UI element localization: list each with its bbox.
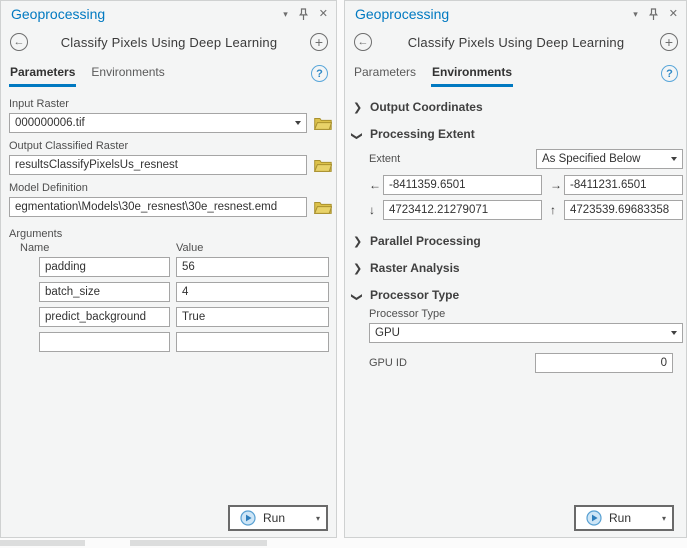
gpu-id-label: GPU ID bbox=[369, 357, 535, 369]
arguments-value-header: Value bbox=[167, 242, 203, 254]
browse-output-raster-folder-icon[interactable] bbox=[314, 159, 332, 172]
tool-title: Classify Pixels Using Deep Learning bbox=[372, 35, 660, 50]
arguments-name-header: Name bbox=[9, 242, 167, 254]
input-raster-combobox[interactable]: 000000006.tif bbox=[9, 113, 307, 133]
pane-menu-caret-icon[interactable]: ▾ bbox=[633, 10, 638, 19]
pane-titlebar: Geoprocessing ▾ ✕ bbox=[1, 1, 336, 24]
processor-type-combobox[interactable]: GPU bbox=[369, 323, 683, 343]
argument-name-input[interactable] bbox=[39, 332, 170, 352]
chevron-right-icon: ❯ bbox=[353, 262, 361, 275]
dock-edge bbox=[344, 538, 687, 548]
argument-row bbox=[9, 282, 332, 302]
run-button[interactable]: Run ▾ bbox=[574, 505, 674, 531]
arrow-left-icon: ← bbox=[369, 178, 383, 192]
argument-value-input[interactable] bbox=[176, 307, 329, 327]
dropdown-caret-icon[interactable] bbox=[295, 121, 301, 125]
pane-menu-caret-icon[interactable]: ▾ bbox=[283, 10, 288, 19]
extent-west-input[interactable] bbox=[383, 175, 542, 195]
pane-title: Geoprocessing bbox=[355, 6, 633, 22]
input-raster-value: 000000006.tif bbox=[15, 117, 291, 129]
run-options-caret-icon[interactable]: ▾ bbox=[316, 514, 320, 523]
extent-north-input[interactable] bbox=[564, 200, 683, 220]
parameters-content: Input Raster 000000006.tif Output Classi… bbox=[1, 87, 336, 537]
tab-bar: Parameters Environments ? bbox=[1, 55, 336, 87]
output-raster-input[interactable] bbox=[9, 155, 307, 175]
pane-divider bbox=[337, 0, 344, 548]
arguments-headers: Name Value bbox=[9, 242, 332, 254]
run-play-icon bbox=[240, 510, 256, 526]
arguments-label: Arguments bbox=[9, 228, 332, 240]
close-icon[interactable]: ✕ bbox=[319, 9, 328, 20]
tool-header: ← Classify Pixels Using Deep Learning + bbox=[1, 24, 336, 55]
extent-south-input[interactable] bbox=[383, 200, 542, 220]
dock-edge bbox=[0, 538, 337, 548]
extent-mode-combobox[interactable]: As Specified Below bbox=[536, 149, 683, 169]
close-icon[interactable]: ✕ bbox=[669, 9, 678, 20]
run-options-caret-icon[interactable]: ▾ bbox=[662, 514, 666, 523]
section-processor-type[interactable]: ❯ Processor Type bbox=[353, 288, 683, 302]
model-definition-label: Model Definition bbox=[9, 182, 332, 194]
environments-content: ❯ Output Coordinates ❯ Processing Extent… bbox=[345, 87, 686, 537]
dropdown-caret-icon[interactable] bbox=[671, 157, 677, 161]
tool-title: Classify Pixels Using Deep Learning bbox=[28, 35, 310, 50]
argument-name-input[interactable] bbox=[39, 282, 170, 302]
argument-name-input[interactable] bbox=[39, 257, 170, 277]
tab-environments[interactable]: Environments bbox=[90, 63, 165, 87]
chevron-down-icon: ❯ bbox=[351, 131, 364, 139]
run-button-label: Run bbox=[263, 511, 309, 525]
browse-model-folder-icon[interactable] bbox=[314, 201, 332, 214]
section-raster-analysis[interactable]: ❯ Raster Analysis bbox=[353, 261, 683, 275]
pin-icon[interactable] bbox=[649, 8, 658, 21]
run-play-icon bbox=[586, 510, 602, 526]
tab-parameters[interactable]: Parameters bbox=[353, 63, 417, 87]
back-button[interactable]: ← bbox=[10, 33, 28, 51]
tab-parameters[interactable]: Parameters bbox=[9, 63, 76, 87]
argument-value-input[interactable] bbox=[176, 332, 329, 352]
section-parallel-processing[interactable]: ❯ Parallel Processing bbox=[353, 234, 683, 248]
processing-extent-body: Extent As Specified Below ← → ↓ bbox=[369, 145, 683, 225]
argument-row bbox=[9, 332, 332, 352]
add-to-model-button[interactable]: + bbox=[310, 33, 328, 51]
arrow-down-icon: ↓ bbox=[369, 203, 383, 217]
pin-icon[interactable] bbox=[299, 8, 308, 21]
add-to-model-button[interactable]: + bbox=[660, 33, 678, 51]
chevron-down-icon: ❯ bbox=[351, 292, 364, 300]
arrow-up-icon: ↑ bbox=[550, 203, 564, 217]
gpu-id-input[interactable] bbox=[535, 353, 673, 373]
dropdown-caret-icon[interactable] bbox=[671, 331, 677, 335]
run-button[interactable]: Run ▾ bbox=[228, 505, 328, 531]
help-icon[interactable]: ? bbox=[661, 65, 678, 82]
output-raster-label: Output Classified Raster bbox=[9, 140, 332, 152]
model-definition-input[interactable] bbox=[9, 197, 307, 217]
argument-row bbox=[9, 307, 332, 327]
arcgis-geoprocessing-workspace: Geoprocessing ▾ ✕ ← Classify Pixels Usin… bbox=[0, 0, 687, 548]
processor-type-label: Processor Type bbox=[369, 308, 683, 320]
geoprocessing-pane-parameters: Geoprocessing ▾ ✕ ← Classify Pixels Usin… bbox=[0, 0, 337, 538]
argument-name-input[interactable] bbox=[39, 307, 170, 327]
pane-title: Geoprocessing bbox=[11, 6, 283, 22]
pane-titlebar: Geoprocessing ▾ ✕ bbox=[345, 1, 686, 24]
geoprocessing-pane-environments: Geoprocessing ▾ ✕ ← Classify Pixels Usin… bbox=[344, 0, 687, 538]
tool-header: ← Classify Pixels Using Deep Learning + bbox=[345, 24, 686, 55]
tab-environments[interactable]: Environments bbox=[431, 63, 513, 87]
section-output-coordinates[interactable]: ❯ Output Coordinates bbox=[353, 100, 683, 114]
help-icon[interactable]: ? bbox=[311, 65, 328, 82]
back-button[interactable]: ← bbox=[354, 33, 372, 51]
chevron-right-icon: ❯ bbox=[353, 235, 361, 248]
processor-type-body: Processor Type GPU GPU ID bbox=[369, 306, 683, 373]
arrow-right-icon: → bbox=[550, 178, 564, 192]
run-button-label: Run bbox=[609, 511, 655, 525]
extent-label: Extent bbox=[369, 153, 536, 165]
browse-input-raster-folder-icon[interactable] bbox=[314, 117, 332, 130]
chevron-right-icon: ❯ bbox=[353, 101, 361, 114]
tab-bar: Parameters Environments ? bbox=[345, 55, 686, 87]
section-processing-extent[interactable]: ❯ Processing Extent bbox=[353, 127, 683, 141]
argument-value-input[interactable] bbox=[176, 282, 329, 302]
extent-east-input[interactable] bbox=[564, 175, 683, 195]
argument-row bbox=[9, 257, 332, 277]
argument-value-input[interactable] bbox=[176, 257, 329, 277]
input-raster-label: Input Raster bbox=[9, 98, 332, 110]
